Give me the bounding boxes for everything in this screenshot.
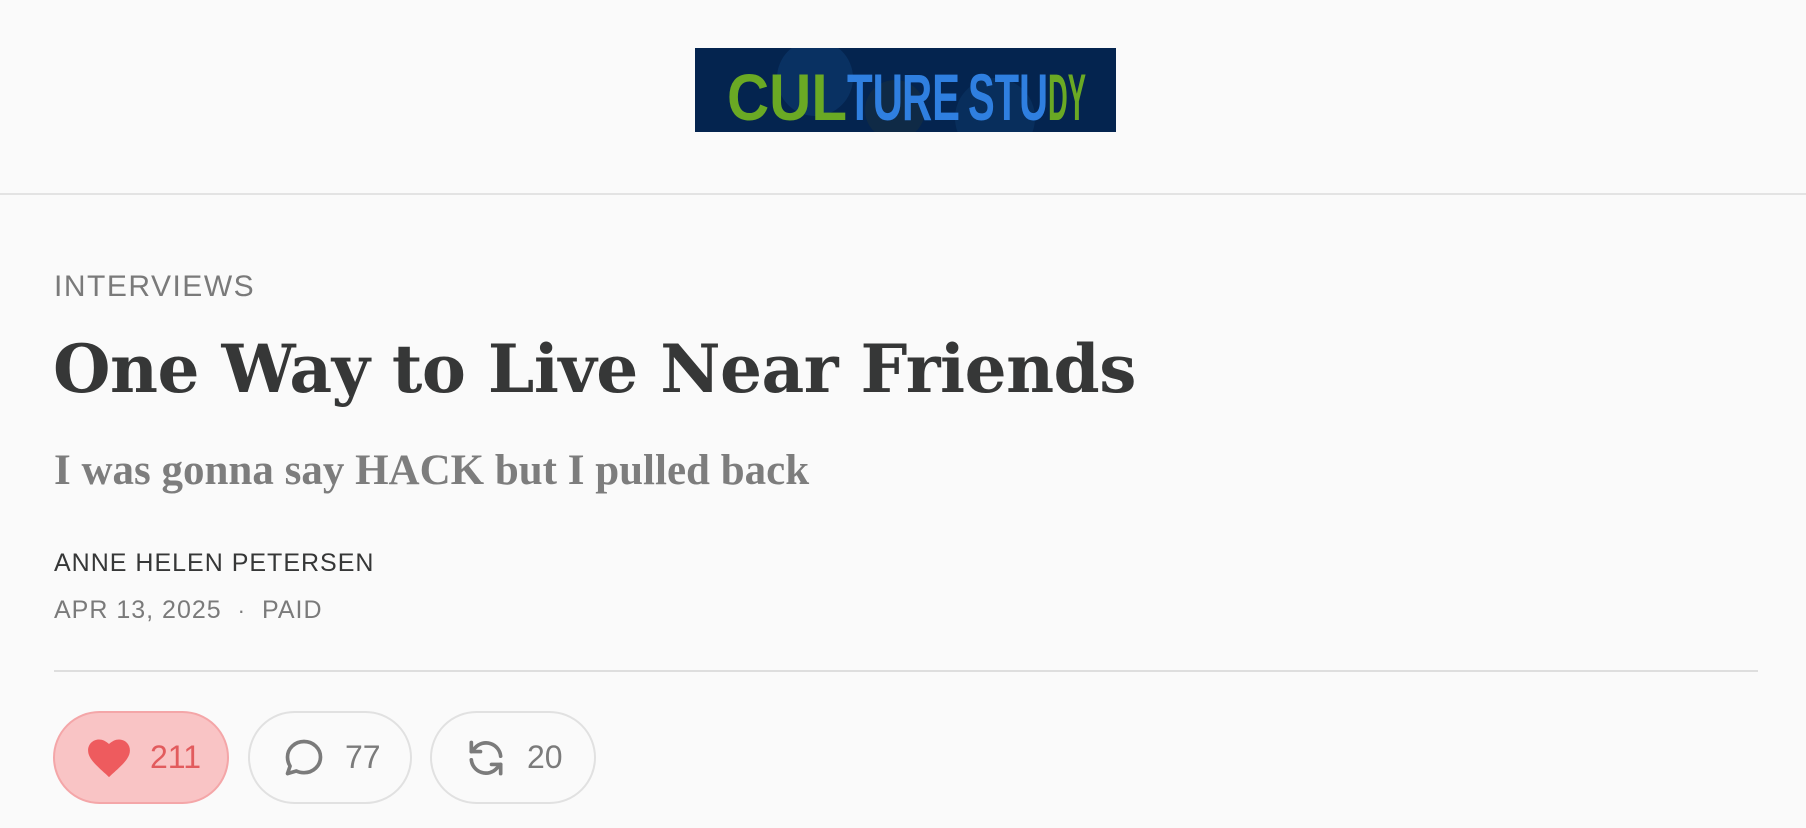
restack-button[interactable]: 20 [430,711,596,804]
post-title: One Way to Live Near Friends [53,330,1136,408]
svg-text:DY: DY [1048,60,1086,132]
restack-icon [463,735,509,781]
post-subtitle: I was gonna say HACK but I pulled back [54,447,810,494]
header-divider [54,670,1758,672]
site-header: CUL TU RE STU DY [0,0,1806,195]
comment-button[interactable]: 77 [248,711,412,804]
svg-text:CUL: CUL [727,60,847,132]
culture-study-logo-image: CUL TU RE STU DY [695,48,1116,132]
post-date: APR 13, 2025 [54,596,222,624]
svg-text:STU: STU [968,60,1048,132]
heart-icon [86,735,132,781]
meta-separator: · [237,597,246,623]
section-label[interactable]: INTERVIEWS [54,270,255,304]
svg-text:TU: TU [847,60,903,132]
article-page: CUL TU RE STU DY INTERVIEWS One Way to L… [0,0,1806,828]
access-badge: PAID [262,596,323,624]
like-count: 211 [150,739,202,775]
comment-count: 77 [345,739,381,775]
like-button[interactable]: 211 [53,711,229,804]
svg-text:RE: RE [902,60,960,132]
publication-logo[interactable]: CUL TU RE STU DY [695,48,1116,132]
author-name[interactable]: ANNE HELEN PETERSEN [54,549,374,578]
restack-count: 20 [527,739,563,775]
comment-bubble-icon [281,735,327,781]
post-meta: APR 13, 2025 · PAID [54,596,323,625]
